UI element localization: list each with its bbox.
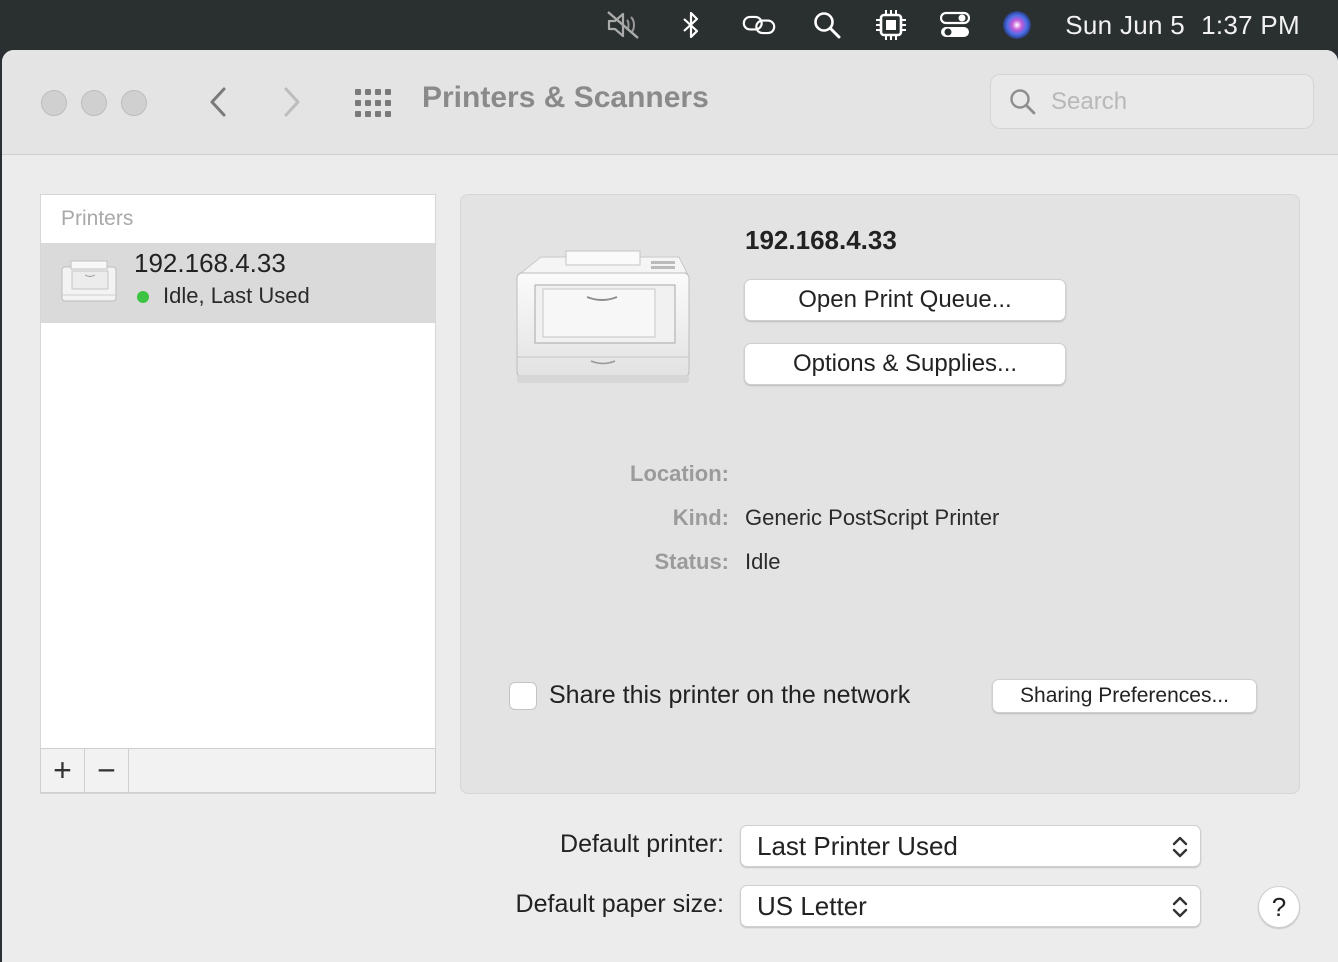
menubar-date: Sun Jun 5 xyxy=(1065,10,1186,40)
printer-details: 192.168.4.33 Open Print Queue... Options… xyxy=(460,194,1300,794)
zoom-window-button[interactable] xyxy=(121,90,147,116)
back-button[interactable] xyxy=(198,80,238,124)
siri-icon[interactable] xyxy=(1000,8,1034,42)
search-field[interactable] xyxy=(990,74,1314,129)
printer-title: 192.168.4.33 xyxy=(745,225,897,255)
printer-icon xyxy=(61,260,117,302)
kind-label: Kind: xyxy=(672,505,729,530)
default-printer-label: Default printer: xyxy=(560,830,724,858)
status-dot xyxy=(137,291,149,303)
status-label: Status: xyxy=(654,549,729,574)
add-printer-button[interactable]: + xyxy=(41,749,85,792)
paper-size-value: US Letter xyxy=(757,891,867,921)
list-footer-bar: + − xyxy=(40,748,436,793)
grid-icon xyxy=(355,89,391,117)
kind-value: Generic PostScript Printer xyxy=(745,505,1000,530)
search-icon[interactable] xyxy=(810,8,844,42)
status-value: Idle xyxy=(745,549,781,574)
share-printer-checkbox[interactable] xyxy=(509,682,537,710)
paper-size-select[interactable]: US Letter xyxy=(740,885,1201,927)
menu-bar: Sun Jun 5 1:37 PM xyxy=(0,0,1338,50)
updown-chevron-icon xyxy=(1172,836,1188,858)
control-center-icon[interactable] xyxy=(938,8,972,42)
show-all-button[interactable] xyxy=(352,82,394,124)
muted-speaker-icon[interactable] xyxy=(606,8,640,42)
printer-name: 192.168.4.33 xyxy=(134,248,286,278)
chevron-left-icon xyxy=(210,87,226,117)
close-window-button[interactable] xyxy=(41,90,67,116)
printer-list: Printers 192.168.4.33 Idle, Last Used xyxy=(40,194,436,794)
updown-chevron-icon xyxy=(1172,896,1188,918)
minimize-window-button[interactable] xyxy=(81,90,107,116)
default-printer-value: Last Printer Used xyxy=(757,831,958,861)
search-input[interactable] xyxy=(1051,85,1301,119)
sharing-preferences-button[interactable]: Sharing Preferences... xyxy=(992,679,1257,713)
open-print-queue-button[interactable]: Open Print Queue... xyxy=(744,279,1066,321)
printer-icon xyxy=(516,250,690,383)
toolbar: Printers & Scanners xyxy=(2,50,1338,155)
share-printer-label[interactable]: Share this printer on the network xyxy=(549,681,910,710)
cpu-icon[interactable] xyxy=(874,8,908,42)
printer-list-header: Printers xyxy=(61,207,134,230)
default-printer-select[interactable]: Last Printer Used xyxy=(740,825,1201,867)
menubar-clock[interactable]: Sun Jun 5 1:37 PM xyxy=(1065,8,1300,42)
remove-printer-button[interactable]: − xyxy=(85,749,129,792)
options-supplies-button[interactable]: Options & Supplies... xyxy=(744,343,1066,385)
location-label: Location: xyxy=(630,461,729,486)
window-title: Printers & Scanners xyxy=(422,81,709,114)
chevron-right-icon xyxy=(284,87,300,117)
link-icon[interactable] xyxy=(742,8,776,42)
paper-size-label: Default paper size: xyxy=(515,890,724,918)
bluetooth-icon[interactable] xyxy=(674,8,708,42)
printer-list-item[interactable]: 192.168.4.33 Idle, Last Used xyxy=(41,243,435,323)
search-icon xyxy=(1010,89,1036,115)
forward-button[interactable] xyxy=(272,80,312,124)
help-button[interactable]: ? xyxy=(1258,886,1300,928)
printers-window: Printers & Scanners Printers 192.168.4.3… xyxy=(2,50,1338,962)
menubar-time: 1:37 PM xyxy=(1201,10,1300,40)
printer-status: Idle, Last Used xyxy=(163,283,310,308)
